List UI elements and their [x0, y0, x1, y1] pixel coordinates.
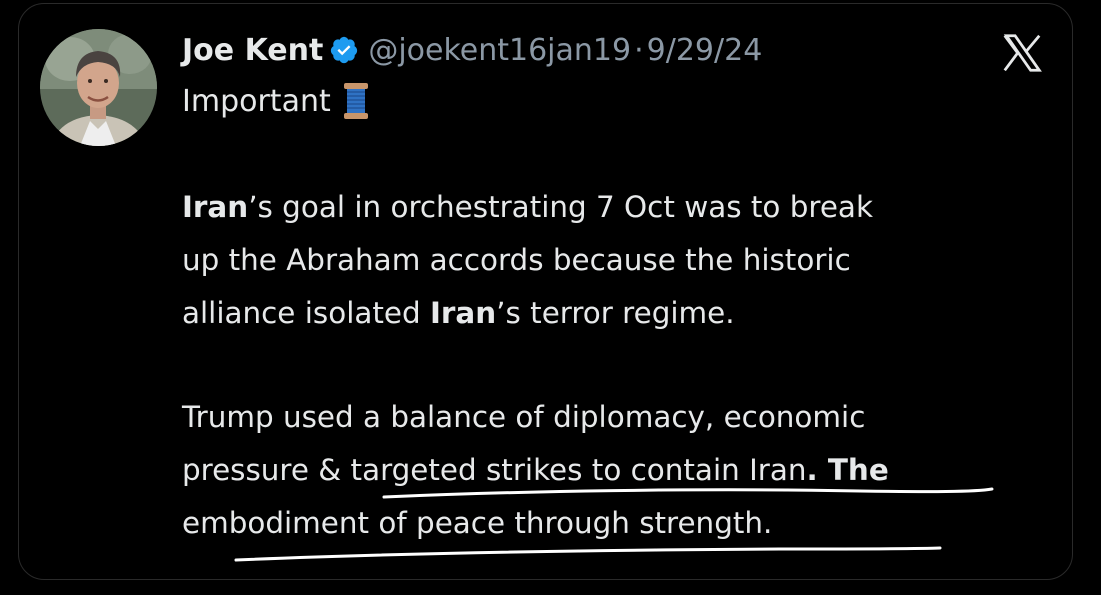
- tweet-paragraph-2: Trump used a balance of diplomacy, econo…: [182, 391, 889, 550]
- line-text: pressure & targeted strikes to contain I…: [182, 453, 807, 487]
- author-name[interactable]: Joe Kent: [182, 33, 323, 68]
- line-text: ’s goal in orchestrating 7 Oct was to br…: [248, 190, 873, 224]
- paragraph-1-line-3: alliance isolated Iran’s terror regime.: [182, 287, 873, 340]
- paragraph-2-line-3: embodiment of peace through strength.: [182, 506, 773, 540]
- thread-spool-emoji-icon: [343, 82, 369, 120]
- profile-photo-icon: [40, 29, 157, 146]
- bold-iran: Iran: [182, 190, 249, 224]
- paragraph-1-line-1: Iran’s goal in orchestrating 7 Oct was t…: [182, 181, 873, 234]
- avatar[interactable]: [40, 29, 157, 146]
- tweet-paragraph-1: Iran’s goal in orchestrating 7 Oct was t…: [182, 181, 873, 340]
- separator-dot: ·: [634, 32, 644, 68]
- paragraph-1-line-2: up the Abraham accords because the histo…: [182, 243, 851, 277]
- author-handle[interactable]: @joekent16jan19: [368, 33, 631, 68]
- x-logo-icon[interactable]: [1001, 34, 1043, 72]
- paragraph-2-line-1: Trump used a balance of diplomacy, econo…: [182, 400, 866, 434]
- subtitle-text: Important: [182, 83, 331, 119]
- tweet-header: Joe Kent @joekent16jan19 · 9/29/24: [182, 28, 762, 72]
- tweet-date[interactable]: 9/29/24: [647, 33, 763, 68]
- line-text: ’s terror regime.: [496, 296, 735, 330]
- verified-badge-icon: [329, 35, 359, 65]
- tweet-subtitle: Important: [182, 79, 369, 123]
- bold-the: . The: [806, 453, 889, 487]
- bold-iran: Iran: [429, 296, 497, 330]
- paragraph-2-line-2: pressure & targeted strikes to contain I…: [182, 444, 889, 497]
- line-text: alliance isolated: [182, 296, 430, 330]
